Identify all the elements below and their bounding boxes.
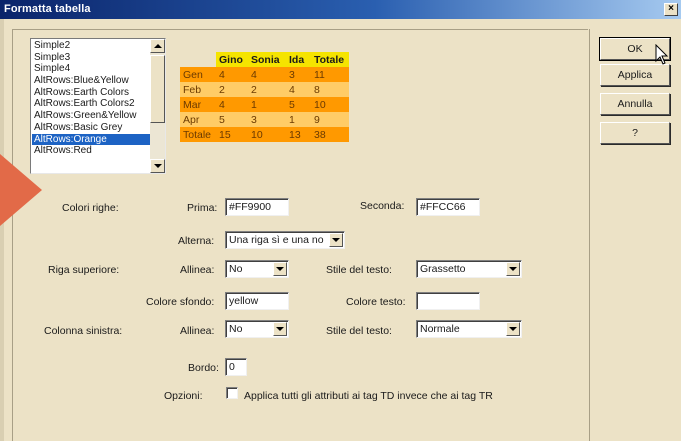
preview-header-cell: Ida — [286, 52, 311, 67]
preview-cell: Apr — [180, 112, 216, 127]
rows-colors-label: Colori righe: — [62, 202, 119, 214]
preview-cell: 2 — [216, 82, 248, 97]
list-item[interactable]: AltRows:Orange — [32, 133, 150, 146]
preview-cell: Gen — [180, 67, 216, 82]
alternate-select[interactable]: Una riga sì e una no — [225, 231, 345, 249]
preview-cell: 5 — [286, 97, 311, 112]
help-button[interactable]: ? — [600, 122, 670, 144]
border-input[interactable]: 0 — [225, 358, 247, 376]
text-color-input[interactable] — [416, 292, 480, 310]
apply-td-checkbox-label: Applica tutti gli attributi ai tag TD in… — [244, 390, 493, 402]
chevron-down-icon[interactable] — [329, 233, 343, 247]
alternate-select-value: Una riga sì e una no — [229, 234, 324, 246]
preview-row: Mar 4 1 5 10 — [180, 97, 349, 112]
bg-color-label: Colore sfondo: — [146, 296, 215, 308]
first-color-label: Prima: — [187, 202, 218, 214]
chevron-down-icon[interactable] — [506, 262, 520, 276]
preview-cell: 13 — [286, 127, 311, 142]
list-item[interactable]: Simple4 — [32, 63, 150, 75]
close-icon[interactable]: × — [664, 3, 678, 16]
table-preview: Gino Sonia Ida Totale Gen 4 4 3 11 Feb 2… — [180, 52, 349, 142]
preview-cell: 3 — [286, 67, 311, 82]
preview-cell: 4 — [216, 67, 248, 82]
top-row-align-value: No — [229, 263, 243, 275]
left-column-align-label: Allinea: — [180, 325, 215, 337]
left-column-text-style-value: Normale — [420, 323, 460, 335]
preview-cell: 2 — [248, 82, 286, 97]
left-column-align-value: No — [229, 323, 243, 335]
top-row-align-select[interactable]: No — [225, 260, 289, 278]
list-item[interactable]: Simple3 — [32, 52, 150, 64]
list-item[interactable]: AltRows:Earth Colors2 — [32, 98, 150, 110]
preview-cell: 11 — [311, 67, 349, 82]
list-item[interactable]: AltRows:Earth Colors — [32, 87, 150, 99]
preview-cell: Feb — [180, 82, 216, 97]
chevron-down-icon[interactable] — [273, 262, 287, 276]
top-row-label: Riga superiore: — [48, 264, 120, 276]
preview-header-cell: Totale — [311, 52, 349, 67]
first-color-input[interactable]: #FF9900 — [225, 198, 289, 216]
preview-cell: 4 — [248, 67, 286, 82]
scroll-thumb[interactable] — [150, 55, 165, 123]
mouse-pointer-icon — [655, 44, 669, 65]
preview-header-cell — [180, 52, 216, 67]
preview-header-row: Gino Sonia Ida Totale — [180, 52, 349, 67]
apply-td-checkbox[interactable] — [226, 387, 238, 399]
preview-cell: 10 — [311, 97, 349, 112]
preview-cell: Totale — [180, 127, 216, 142]
list-item[interactable]: AltRows:Red — [32, 145, 150, 157]
preview-cell: 5 — [216, 112, 248, 127]
preview-cell: 4 — [216, 97, 248, 112]
preview-header-cell: Gino — [216, 52, 248, 67]
second-color-input[interactable]: #FFCC66 — [416, 198, 480, 216]
top-row-align-label: Allinea: — [180, 264, 215, 276]
scroll-down-icon[interactable] — [150, 159, 165, 173]
preview-cell: 10 — [248, 127, 286, 142]
alternate-label: Alterna: — [178, 235, 215, 247]
left-column-label: Colonna sinistra: — [44, 325, 123, 337]
format-list[interactable]: Simple2 Simple3 Simple4 AltRows:Blue&Yellow… — [30, 38, 166, 174]
preview-cell: 3 — [248, 112, 286, 127]
scroll-up-icon[interactable] — [150, 39, 165, 53]
format-list-items: Simple2 Simple3 Simple4 AltRows:Blue&Yellow… — [32, 40, 150, 157]
preview-row: Feb 2 2 4 8 — [180, 82, 349, 97]
preview-cell: 8 — [311, 82, 349, 97]
cancel-button[interactable]: Annulla — [600, 93, 670, 115]
preview-header-cell: Sonia — [248, 52, 286, 67]
preview-cell: Mar — [180, 97, 216, 112]
preview-cell: 4 — [286, 82, 311, 97]
top-row-text-style-label: Stile del testo: — [326, 264, 392, 276]
top-row-text-style-select[interactable]: Grassetto — [416, 260, 522, 278]
preview-cell: 1 — [286, 112, 311, 127]
preview-cell: 38 — [311, 127, 349, 142]
window-frame-left — [0, 19, 4, 441]
list-item[interactable]: AltRows:Green&Yellow — [32, 110, 150, 122]
format-list-scrollbar[interactable] — [150, 39, 165, 173]
window-title: Formatta tabella — [4, 3, 91, 15]
preview-row: Gen 4 4 3 11 — [180, 67, 349, 82]
left-column-align-select[interactable]: No — [225, 320, 289, 338]
text-color-label: Colore testo: — [346, 296, 406, 308]
title-bar: Formatta tabella × — [0, 0, 681, 19]
list-item[interactable]: AltRows:Blue&Yellow — [32, 75, 150, 87]
apply-button[interactable]: Applica — [600, 64, 670, 86]
list-item[interactable]: Simple2 — [32, 40, 150, 52]
left-column-text-style-select[interactable]: Normale — [416, 320, 522, 338]
preview-cell: 1 — [248, 97, 286, 112]
second-color-label: Seconda: — [360, 200, 405, 212]
preview-cell: 15 — [216, 127, 248, 142]
chevron-down-icon[interactable] — [506, 322, 520, 336]
options-label: Opzioni: — [164, 390, 203, 402]
list-item[interactable]: AltRows:Basic Grey — [32, 122, 150, 134]
callout-arrow-icon — [0, 154, 42, 226]
border-label: Bordo: — [188, 362, 219, 374]
preview-row: Totale 15 10 13 38 — [180, 127, 349, 142]
chevron-down-icon[interactable] — [273, 322, 287, 336]
button-column-separator — [589, 29, 590, 441]
bg-color-input[interactable]: yellow — [225, 292, 289, 310]
preview-row: Apr 5 3 1 9 — [180, 112, 349, 127]
top-row-text-style-value: Grassetto — [420, 263, 466, 275]
left-column-text-style-label: Stile del testo: — [326, 325, 392, 337]
preview-cell: 9 — [311, 112, 349, 127]
